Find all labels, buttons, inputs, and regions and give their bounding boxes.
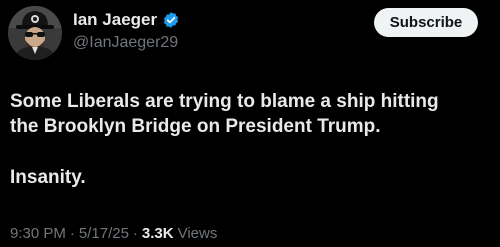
post-card: Ian Jaeger @IanJaeger29 Subscribe Some L… — [0, 0, 500, 247]
meta-separator: · — [69, 225, 75, 242]
author-display-name[interactable]: Ian Jaeger — [73, 10, 157, 30]
post-date[interactable]: 5/17/25 — [79, 224, 129, 244]
post-meta: 9:30 PM · 5/17/25 · 3.3K Views — [10, 224, 217, 244]
meta-separator: · — [132, 225, 138, 242]
verified-badge-icon — [162, 11, 180, 29]
author-name-row: Ian Jaeger — [73, 10, 180, 30]
author-handle[interactable]: @IanJaeger29 — [73, 33, 178, 53]
post-text-line: the Brooklyn Bridge on President Trump. — [10, 116, 381, 137]
post-time[interactable]: 9:30 PM — [10, 224, 66, 244]
avatar[interactable] — [8, 6, 62, 60]
post-text-line: Some Liberals are trying to blame a ship… — [10, 91, 439, 112]
subscribe-button[interactable]: Subscribe — [374, 8, 478, 37]
post-text: Some Liberals are trying to blame a ship… — [10, 89, 490, 190]
profile-photo-icon — [8, 6, 62, 60]
views-label[interactable]: Views — [178, 224, 218, 244]
paragraph-break — [10, 139, 490, 165]
post-text-line: Insanity. — [10, 167, 86, 188]
views-count[interactable]: 3.3K — [142, 224, 174, 244]
